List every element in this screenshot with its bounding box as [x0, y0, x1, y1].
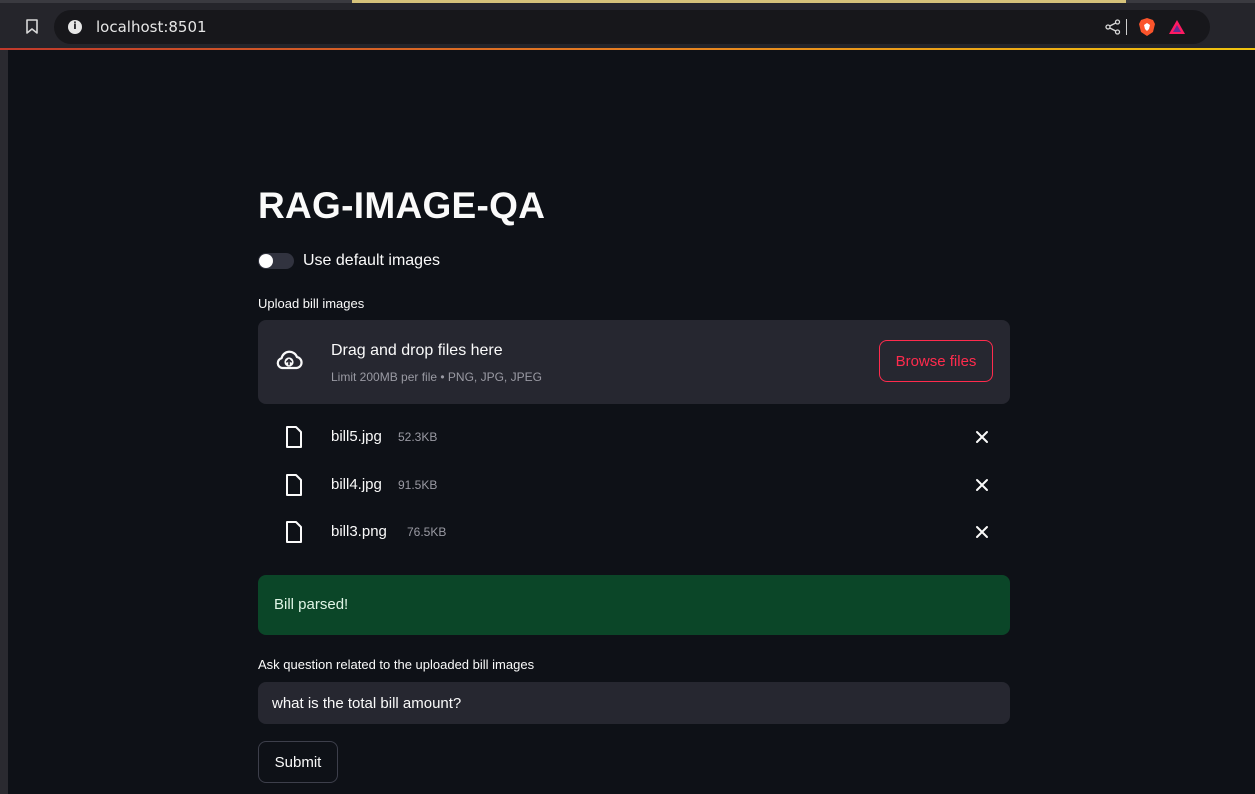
brave-shields-icon[interactable] — [1138, 17, 1156, 37]
dropzone-limit-text: Limit 200MB per file • PNG, JPG, JPEG — [331, 370, 542, 384]
address-bar[interactable]: i localhost:8501 — [54, 10, 1210, 44]
brave-rewards-icon[interactable] — [1168, 19, 1186, 35]
file-dropzone[interactable]: Drag and drop files here Limit 200MB per… — [258, 320, 1010, 404]
remove-file-icon[interactable] — [974, 477, 990, 493]
url-text[interactable]: localhost:8501 — [96, 18, 207, 36]
window-left-edge — [0, 50, 8, 794]
uploaded-file-row: bill3.png 76.5KB — [258, 515, 1010, 549]
file-size: 76.5KB — [407, 525, 447, 539]
file-size: 52.3KB — [398, 430, 438, 444]
remove-file-icon[interactable] — [974, 429, 990, 445]
default-images-toggle[interactable] — [258, 253, 294, 269]
uploaded-file-row: bill5.jpg 52.3KB — [258, 420, 1010, 454]
file-icon — [286, 426, 302, 448]
success-alert: Bill parsed! — [258, 575, 1010, 635]
file-name: bill4.jpg — [331, 476, 382, 493]
success-message: Bill parsed! — [274, 596, 349, 613]
file-size: 91.5KB — [398, 478, 438, 492]
toggle-knob — [259, 254, 273, 268]
cloud-upload-icon — [276, 350, 303, 370]
bookmark-icon[interactable] — [26, 19, 38, 34]
dropzone-title: Drag and drop files here — [331, 342, 503, 359]
submit-button[interactable]: Submit — [258, 741, 338, 783]
question-label: Ask question related to the uploaded bil… — [258, 657, 535, 672]
site-info-icon[interactable]: i — [68, 20, 82, 34]
toolbar-accent-line — [0, 48, 1255, 50]
file-icon — [286, 474, 302, 496]
page-load-indicator — [352, 0, 1126, 3]
question-input[interactable] — [258, 682, 1010, 724]
browse-files-button[interactable]: Browse files — [879, 340, 993, 382]
file-name: bill3.png — [331, 523, 387, 540]
upload-label: Upload bill images — [258, 296, 365, 311]
share-icon[interactable] — [1105, 19, 1121, 35]
browser-toolbar: i localhost:8501 — [0, 0, 1255, 50]
remove-file-icon[interactable] — [974, 524, 990, 540]
default-images-toggle-row[interactable]: Use default images — [258, 250, 440, 272]
toolbar-divider — [1126, 19, 1127, 35]
file-icon — [286, 521, 302, 543]
toggle-label[interactable]: Use default images — [303, 252, 440, 270]
page-title: RAG-IMAGE-QA — [258, 185, 546, 226]
file-name: bill5.jpg — [331, 428, 382, 445]
uploaded-file-row: bill4.jpg 91.5KB — [258, 468, 1010, 502]
